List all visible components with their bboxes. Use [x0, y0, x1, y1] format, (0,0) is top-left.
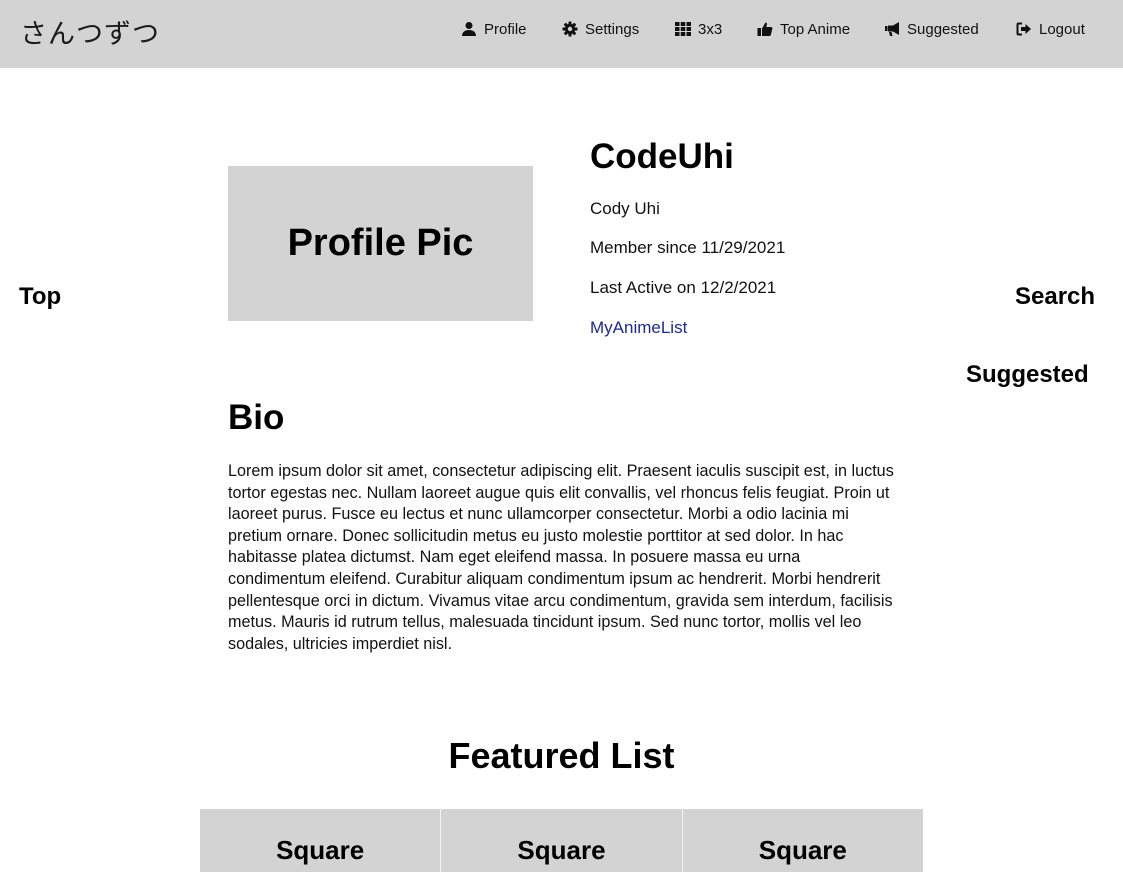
gear-icon [562, 21, 578, 37]
nav-top-anime-label: Top Anime [780, 20, 851, 38]
nav-suggested-label: Suggested [907, 20, 979, 38]
thumbs-up-icon [757, 21, 773, 37]
real-name: Cody Uhi [590, 199, 660, 218]
nav-suggested-link[interactable]: Suggested [884, 19, 979, 39]
last-active: Last Active on 12/2/2021 [590, 278, 777, 297]
square-label: Square [276, 835, 365, 865]
sign-out-icon [1016, 21, 1032, 37]
profile-picture: Profile Pic [228, 166, 533, 321]
nav-logout-label: Logout [1039, 20, 1085, 38]
grid-icon [675, 21, 691, 37]
username-heading: CodeUhi [590, 137, 734, 176]
myanimelist-link[interactable]: MyAnimeList [590, 318, 687, 338]
nav-settings-label: Settings [585, 20, 640, 38]
nav-3x3-link[interactable]: 3x3 [675, 19, 722, 39]
member-since: Member since 11/29/2021 [590, 238, 786, 257]
top-navbar: さんつずつ Profile Settings 3x3 Top Anime Sug… [0, 0, 1123, 68]
featured-square[interactable]: Square [682, 809, 923, 872]
nav-3x3-label: 3x3 [698, 20, 723, 38]
nav-logout-link[interactable]: Logout [1016, 19, 1085, 39]
square-label: Square [517, 835, 606, 865]
bio-heading: Bio [228, 398, 285, 437]
square-label: Square [758, 835, 847, 865]
featured-list-heading: Featured List [448, 735, 675, 776]
nav-top-anime-link[interactable]: Top Anime [757, 19, 850, 39]
featured-square[interactable]: Square [441, 809, 683, 872]
bio-text: Lorem ipsum dolor sit amet, consectetur … [228, 462, 894, 653]
brand-logo[interactable]: さんつずつ [20, 12, 160, 51]
suggested-link[interactable]: Suggested [966, 361, 1089, 389]
nav-profile-link[interactable]: Profile [461, 19, 527, 39]
profile-pic-label: Profile Pic [287, 222, 474, 264]
nav-settings-link[interactable]: Settings [562, 19, 639, 39]
featured-square[interactable]: Square [200, 809, 442, 872]
megaphone-icon [884, 21, 900, 37]
featured-list-grid: Square Square Square [200, 809, 923, 872]
search-link[interactable]: Search [1015, 283, 1095, 311]
nav-profile-label: Profile [484, 20, 527, 38]
user-icon [461, 21, 477, 37]
top-link[interactable]: Top [19, 283, 61, 311]
